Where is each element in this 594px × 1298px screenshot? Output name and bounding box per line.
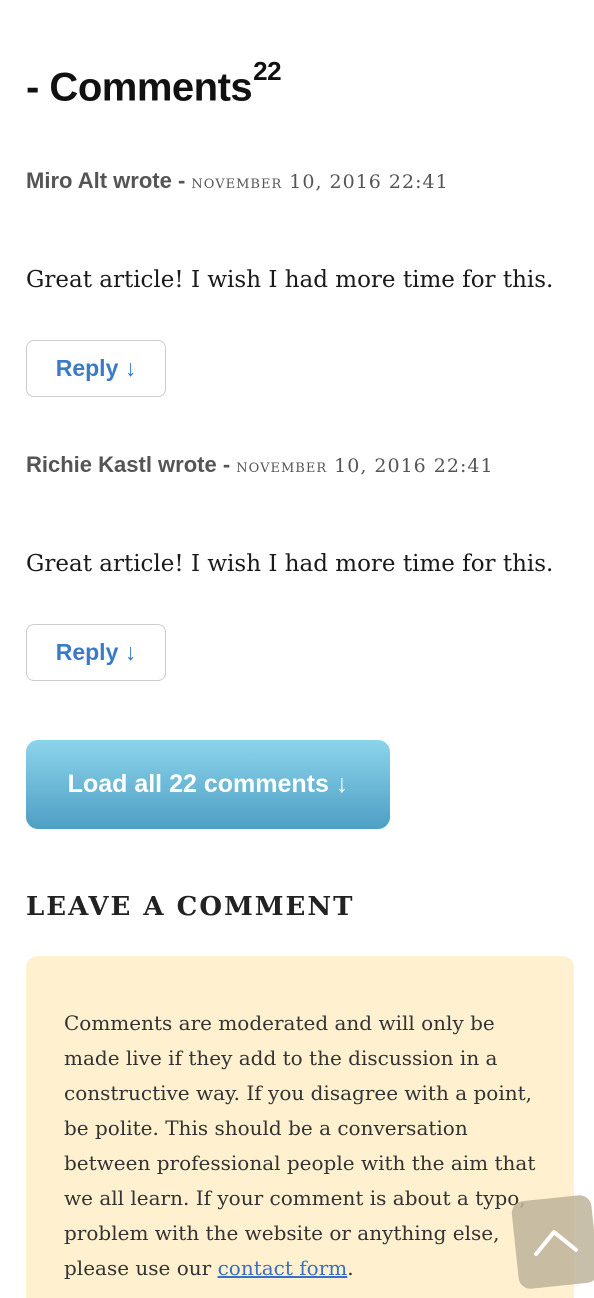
comments-heading-text: - Comments — [26, 65, 253, 110]
comment-meta: Richie Kastl wrote - November 10, 2016 2… — [26, 452, 574, 478]
load-all-comments-button[interactable]: Load all 22 comments ↓ — [26, 740, 390, 829]
comment-author: Richie Kastl wrote - — [26, 452, 237, 477]
comment-date: November 10, 2016 22:41 — [191, 171, 449, 193]
comment-item: Miro Alt wrote - November 10, 2016 22:41… — [26, 168, 574, 397]
comments-heading: - Comments22 — [26, 56, 282, 110]
scroll-to-top-button[interactable] — [510, 1194, 594, 1290]
contact-form-link[interactable]: contact form — [218, 1256, 348, 1280]
chevron-up-icon — [534, 1230, 578, 1257]
moderation-notice: Comments are moderated and will only be … — [26, 956, 574, 1298]
comment-body: Great article! I wish I had more time fo… — [26, 267, 554, 293]
notice-end: . — [347, 1256, 354, 1280]
reply-button[interactable]: Reply ↓ — [26, 340, 166, 397]
comments-count: 22 — [253, 56, 282, 86]
reply-button[interactable]: Reply ↓ — [26, 624, 166, 681]
leave-comment-heading: LEAVE A COMMENT — [26, 892, 355, 922]
comment-body: Great article! I wish I had more time fo… — [26, 551, 554, 577]
comment-meta: Miro Alt wrote - November 10, 2016 22:41 — [26, 168, 574, 194]
moderation-notice-text: Comments are moderated and will only be … — [64, 1006, 544, 1286]
notice-body: Comments are moderated and will only be … — [64, 1011, 536, 1280]
comment-date: November 10, 2016 22:41 — [236, 455, 494, 477]
comment-item: Richie Kastl wrote - November 10, 2016 2… — [26, 452, 574, 681]
comment-author: Miro Alt wrote - — [26, 168, 192, 193]
